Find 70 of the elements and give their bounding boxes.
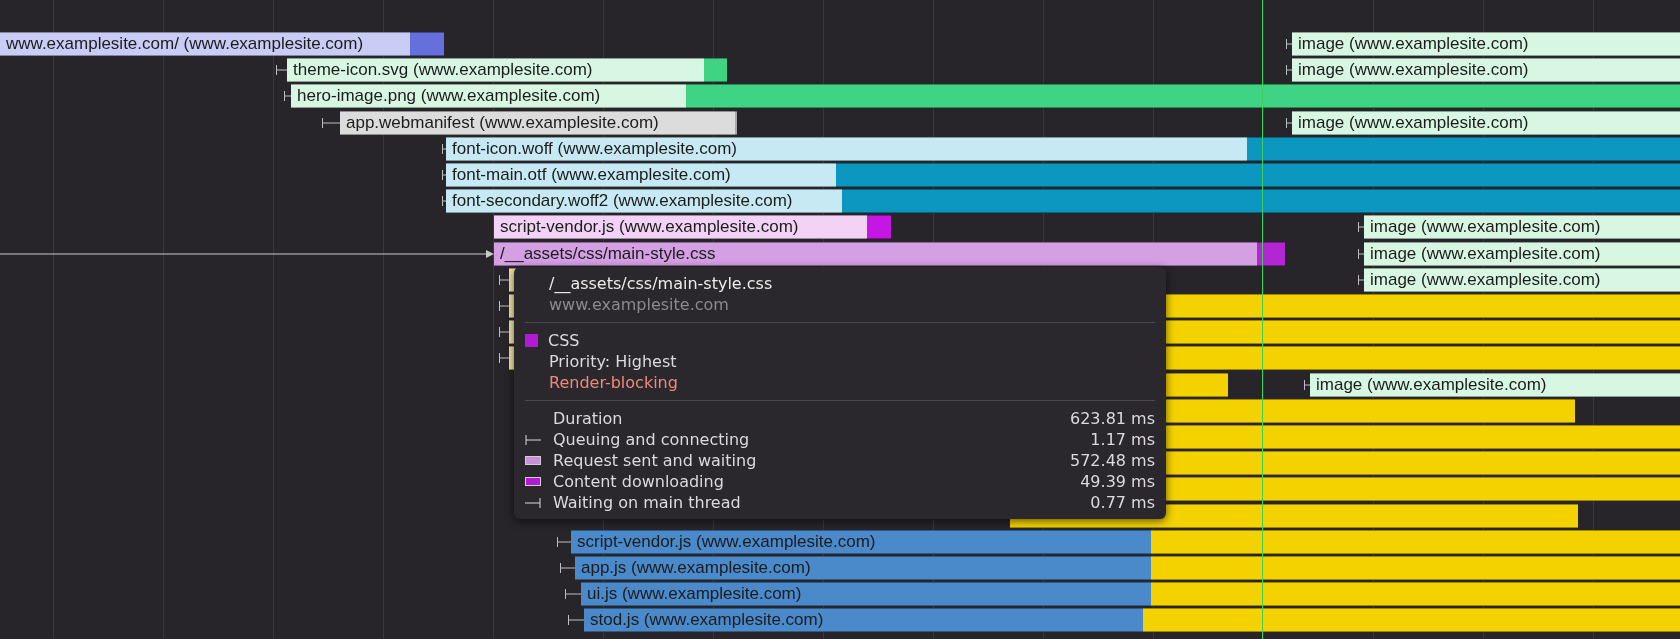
timing-value: 0.77 ms — [1090, 493, 1155, 512]
timing-whisker — [1286, 117, 1292, 128]
timing-label: Content downloading — [553, 472, 725, 491]
waterfall-bar[interactable] — [1151, 582, 1680, 607]
waterfall-bar[interactable]: image (www.examplesite.com) — [1292, 110, 1680, 135]
waterfall-bar[interactable]: font-icon.woff (www.examplesite.com) — [446, 136, 1680, 161]
waterfall-bar[interactable] — [1151, 529, 1680, 554]
timing-whisker — [322, 117, 340, 128]
timing-whisker — [1358, 248, 1364, 259]
timing-whisker — [560, 563, 575, 573]
waterfall-bar[interactable]: font-secondary.woff2 (www.examplesite.com) — [446, 189, 1680, 214]
waterfall-bar[interactable]: hero-image.png (www.examplesite.com) — [291, 84, 1680, 109]
timing-whisker — [1358, 222, 1364, 233]
tooltip-host: www.examplesite.com — [549, 295, 729, 314]
waterfall-bar[interactable]: www.examplesite.com/ (www.examplesite.com) — [0, 32, 444, 56]
waterfall-bar[interactable]: script-vendor.js (www.examplesite.com) — [571, 529, 1151, 554]
waterfall-bar[interactable]: font-main.otf (www.examplesite.com) — [446, 163, 1680, 187]
waterfall-bar[interactable]: image (www.examplesite.com) — [1364, 215, 1680, 240]
timing-whisker — [1304, 379, 1310, 390]
css-type-swatch-icon — [525, 334, 538, 347]
download-legend-icon — [525, 477, 541, 486]
waterfall-bar[interactable]: image (www.examplesite.com) — [1292, 32, 1680, 56]
timing-whisker — [442, 196, 446, 207]
waiting-whisker-icon — [525, 497, 541, 508]
waterfall-bar[interactable]: image (www.examplesite.com) — [1364, 241, 1680, 266]
timing-whisker — [565, 589, 581, 600]
waterfall-bar[interactable]: ui.js (www.examplesite.com) — [581, 582, 1151, 607]
waterfall-bar[interactable]: /__assets/css/main-style.css — [494, 241, 1285, 266]
timing-whisker — [1286, 65, 1292, 76]
waterfall-bar[interactable] — [1143, 608, 1680, 633]
resource-type: CSS — [548, 331, 580, 350]
request-legend-icon — [525, 456, 541, 465]
timing-whisker — [284, 91, 291, 102]
waterfall-bar[interactable]: script-vendor.js (www.examplesite.com) — [494, 215, 891, 240]
waterfall-bar[interactable]: stod.js (www.examplesite.com) — [584, 608, 1143, 633]
waterfall-bar[interactable] — [1166, 346, 1680, 371]
timing-whisker — [1358, 274, 1364, 285]
tooltip-title: /__assets/css/main-style.css — [549, 274, 773, 293]
timing-whisker — [499, 353, 509, 364]
timing-label: Waiting on main thread — [553, 493, 742, 512]
priority-text: Priority: Highest — [549, 352, 677, 371]
timing-value: 1.17 ms — [1090, 430, 1155, 449]
timing-whisker — [276, 65, 287, 76]
timing-label: Duration — [553, 409, 624, 428]
waterfall-bar[interactable]: image (www.examplesite.com) — [1364, 267, 1680, 292]
timing-whisker — [499, 301, 509, 311]
timing-whisker — [442, 143, 446, 154]
timing-label: Queuing and connecting — [553, 430, 751, 449]
waterfall-bar[interactable]: image (www.examplesite.com) — [1292, 58, 1680, 83]
timing-whisker — [1286, 39, 1292, 49]
waterfall-bar[interactable] — [1166, 451, 1680, 476]
render-blocking-text: Render-blocking — [549, 373, 678, 392]
waterfall-bar[interactable]: app.webmanifest (www.examplesite.com) — [340, 110, 737, 135]
timing-whisker — [557, 536, 571, 547]
waterfall-bar[interactable] — [1166, 477, 1680, 502]
timing-value: 572.48 ms — [1070, 451, 1155, 470]
waterfall-bar[interactable]: image (www.examplesite.com) — [1310, 372, 1680, 397]
waterfall-bar[interactable] — [1166, 372, 1228, 397]
timing-label: Request sent and waiting — [553, 451, 758, 470]
timing-whisker — [499, 274, 509, 285]
timing-whisker — [568, 615, 584, 626]
timing-whisker — [442, 170, 446, 180]
waterfall-bar[interactable] — [1166, 398, 1575, 423]
timing-value: 623.81 ms — [1070, 409, 1155, 428]
waterfall-bar[interactable]: theme-icon.svg (www.examplesite.com) — [287, 58, 727, 83]
timing-whisker — [499, 327, 509, 338]
queuing-whisker-icon — [525, 434, 541, 445]
timing-value: 49.39 ms — [1080, 472, 1155, 491]
waterfall-bar[interactable]: app.js (www.examplesite.com) — [575, 556, 1151, 580]
waterfall-bar[interactable] — [1166, 320, 1680, 345]
